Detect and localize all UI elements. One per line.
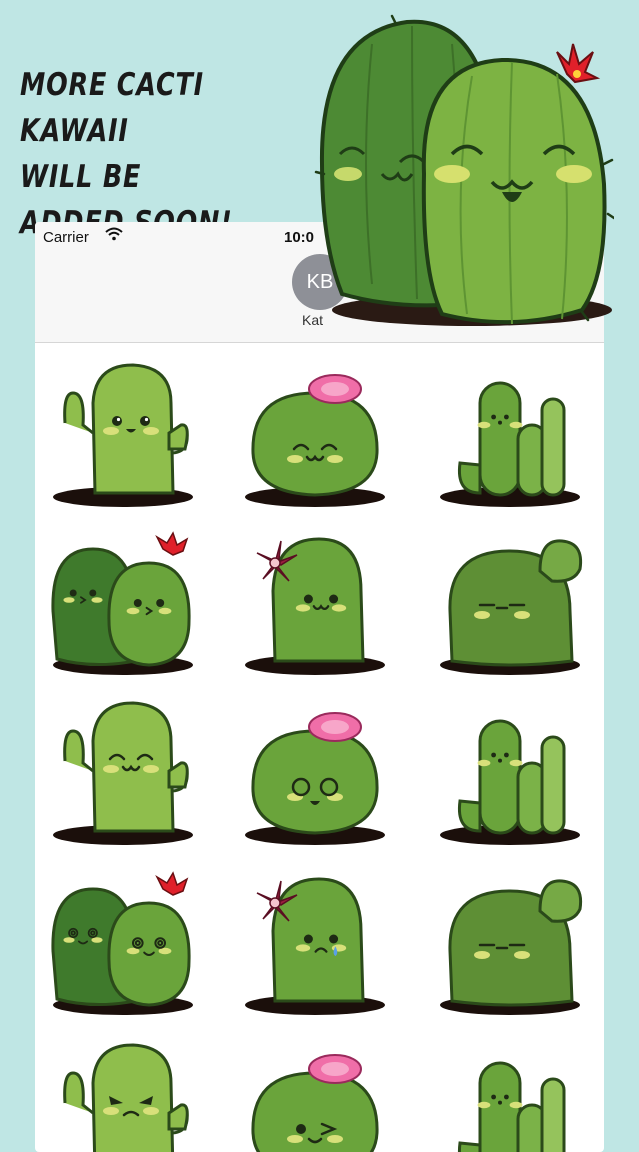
sticker-columns-dots[interactable] <box>430 691 590 851</box>
cactus-sticker-image <box>440 381 580 507</box>
sticker-tall-arms-happy[interactable] <box>43 353 203 513</box>
sticker-tall-flower-sad[interactable] <box>235 861 395 1021</box>
sticker-round-flower-closed-smile[interactable] <box>235 353 395 513</box>
cactus-sticker-image <box>63 1043 189 1152</box>
wifi-icon <box>105 227 123 241</box>
promo-line-1: More Cacti Kawaii <box>20 67 204 149</box>
sticker-blob-side-flat[interactable] <box>430 861 590 1021</box>
cactus-sticker-image <box>53 701 193 845</box>
phone-screen: Carrier 10:0 KB Kat <box>35 222 604 1152</box>
cactus-sticker-image <box>51 871 193 1015</box>
cactus-sticker-image <box>251 1054 379 1152</box>
cactus-sticker-image <box>440 879 583 1015</box>
cactus-sticker-image <box>245 712 385 845</box>
sticker-round-flower-surprised[interactable] <box>235 691 395 851</box>
cactus-sticker-image <box>51 531 193 675</box>
sticker-pair-kiss[interactable] <box>43 521 203 681</box>
cactus-sticker-image <box>245 537 385 675</box>
sticker-round-flower-wink[interactable] <box>235 1033 395 1152</box>
sticker-tall-arms-angry[interactable] <box>43 1033 203 1152</box>
cactus-sticker-image <box>440 539 583 675</box>
carrier-label: Carrier <box>43 229 89 246</box>
cactus-sticker-image <box>457 1061 566 1152</box>
cactus-sticker-image <box>245 374 385 507</box>
status-time: 10:0 <box>284 229 315 246</box>
cactus-sticker-image <box>440 719 580 845</box>
sticker-columns-dots[interactable] <box>430 1033 590 1152</box>
hero-cactus-pair-illustration <box>314 14 614 326</box>
cactus-sticker-image <box>245 877 385 1015</box>
sticker-tall-flower-cat[interactable] <box>235 521 395 681</box>
promo-text: More Cacti Kawaii will be added soon! <box>20 62 241 246</box>
sticker-blob-side-flat[interactable] <box>430 521 590 681</box>
sticker-columns-dots[interactable] <box>430 353 590 513</box>
cactus-sticker-image <box>53 363 193 507</box>
sticker-pair-dizzy[interactable] <box>43 861 203 1021</box>
sticker-tall-arms-closed-smile[interactable] <box>43 691 203 851</box>
